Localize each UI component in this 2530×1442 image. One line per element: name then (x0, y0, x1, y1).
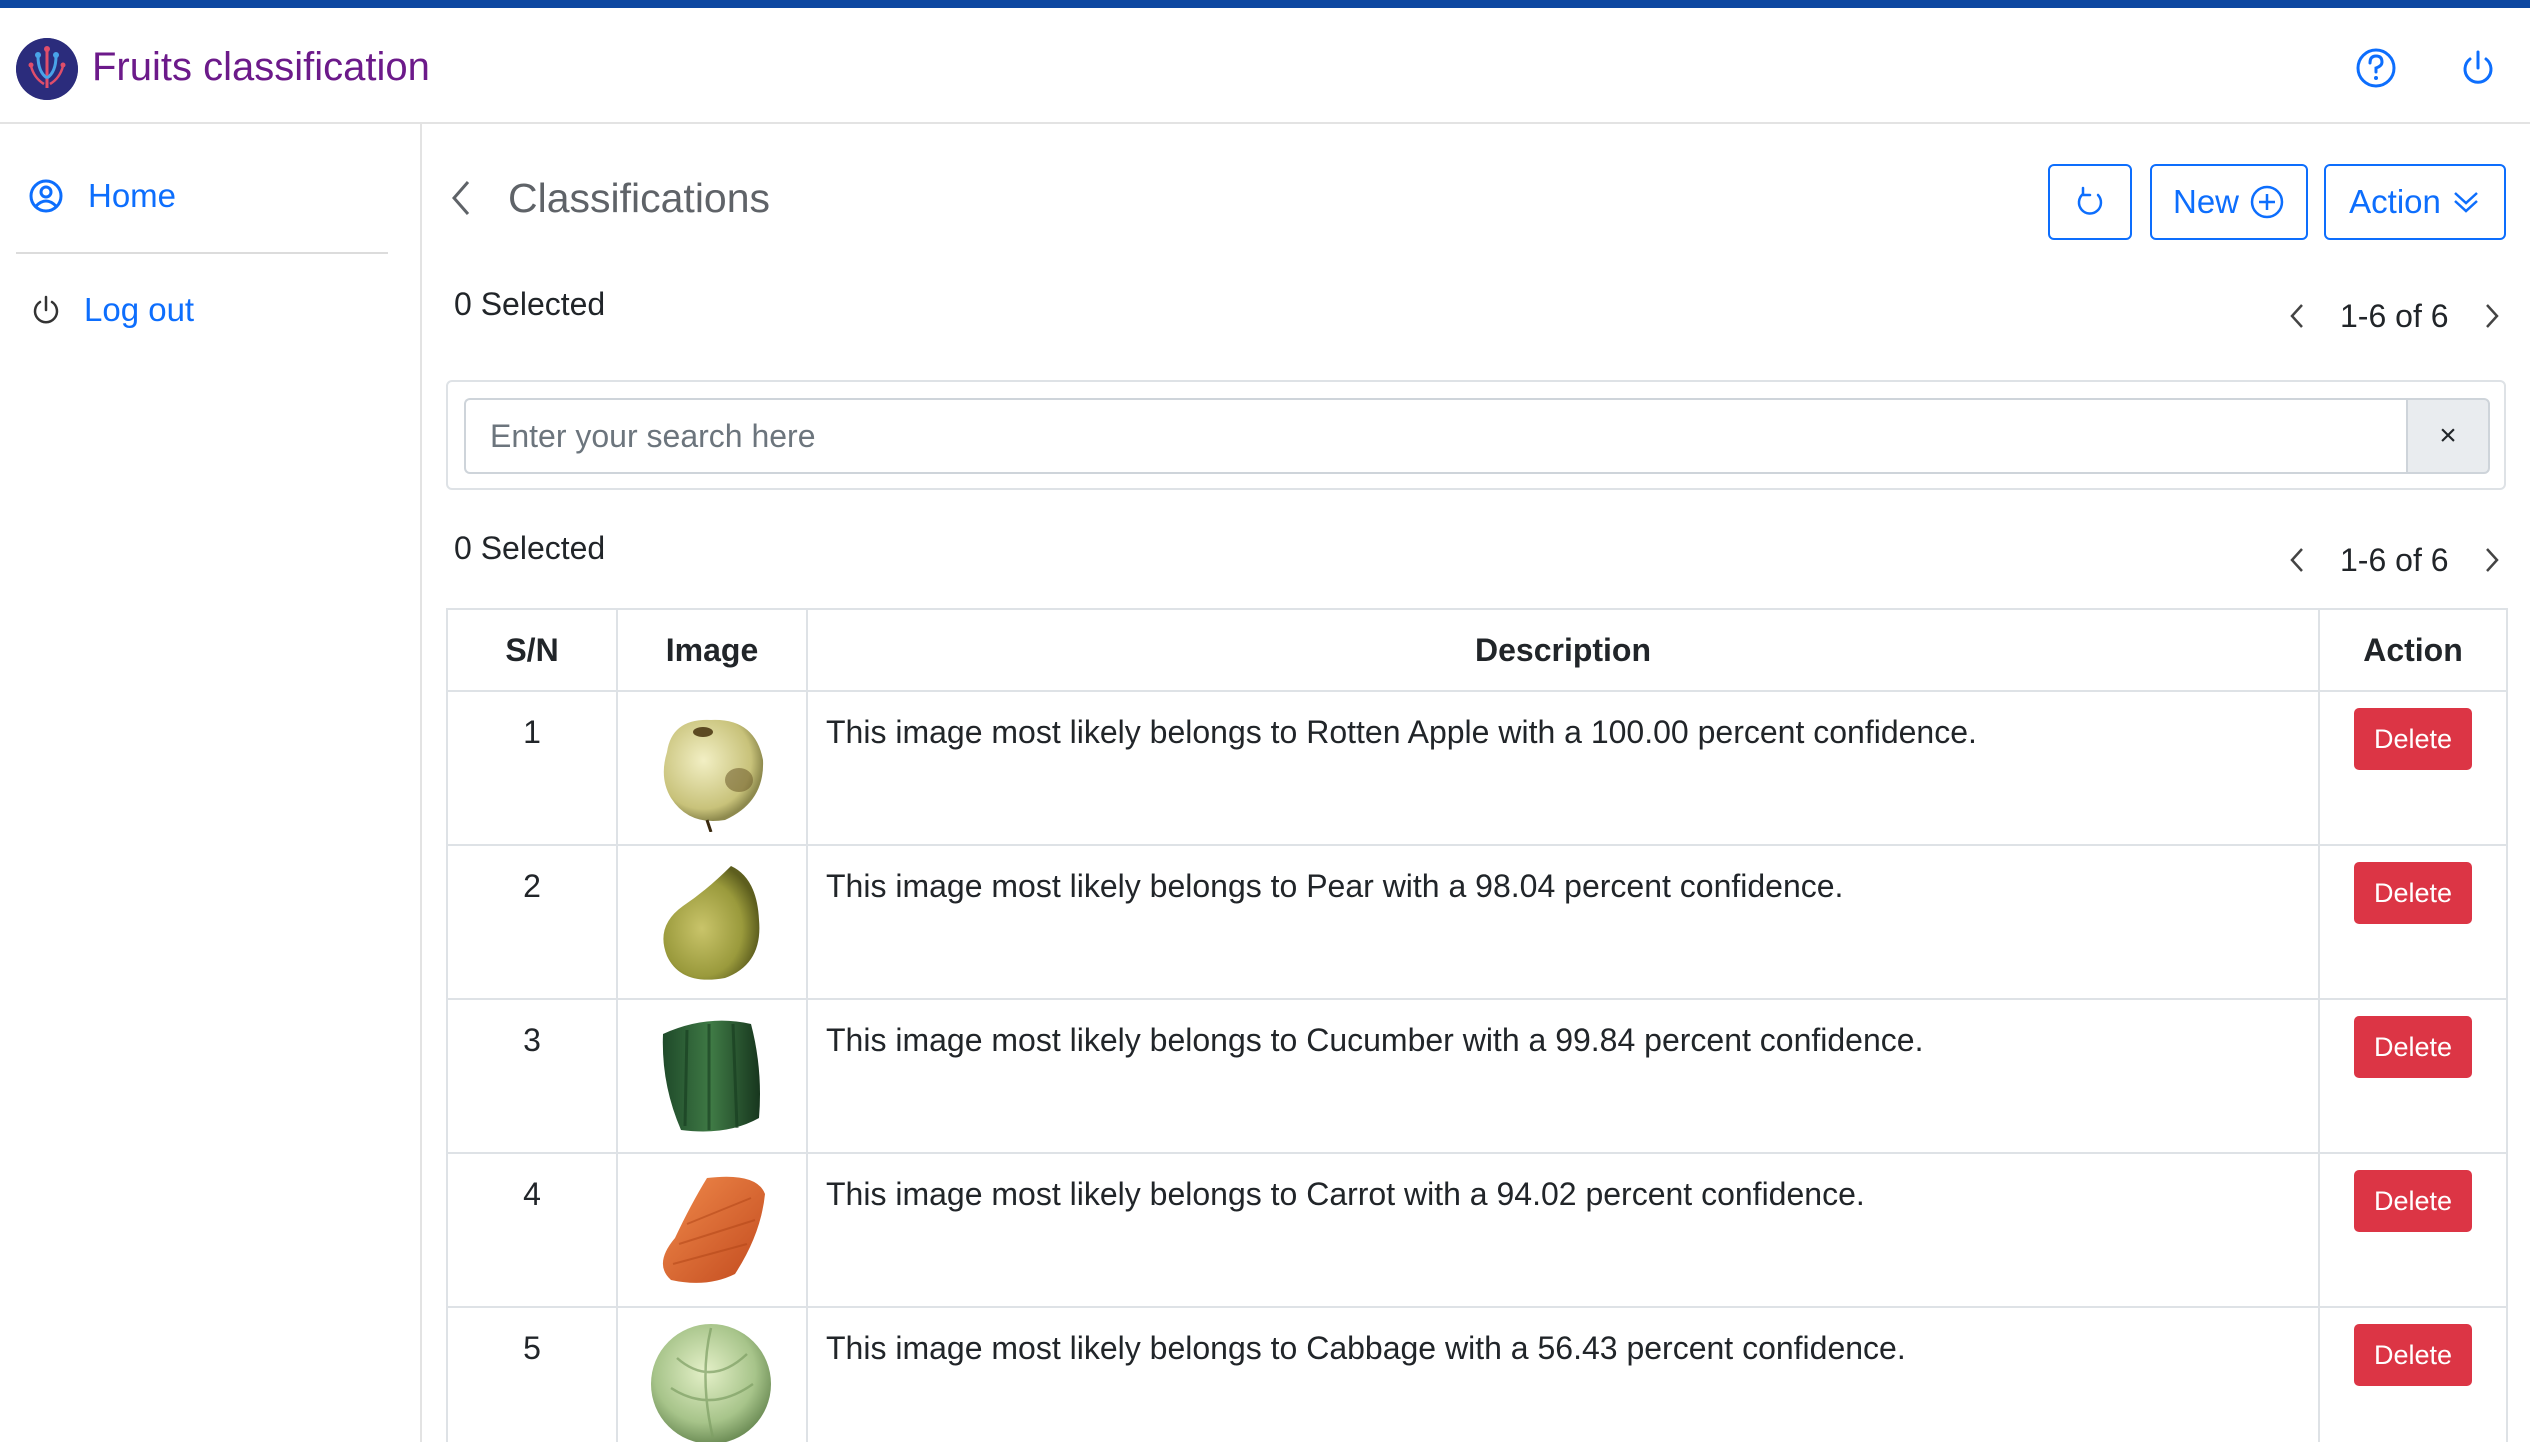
sidebar-divider (16, 252, 388, 254)
table-row: 1 This image most likely belongs to Rott… (446, 690, 2508, 846)
refresh-button[interactable] (2048, 164, 2132, 240)
plus-circle-icon (2250, 185, 2284, 219)
refresh-icon (2077, 186, 2103, 215)
search-clear-button[interactable]: × (2406, 398, 2490, 474)
row-image-cell (616, 690, 808, 846)
row-action-cell: Delete (2318, 1152, 2508, 1308)
row-description: This image most likely belongs to Cabbag… (806, 1306, 2320, 1442)
column-header-image: Image (616, 608, 808, 692)
chevron-left-icon (2290, 548, 2303, 572)
table-header-row: S/N Image Description Action (446, 608, 2508, 692)
app-header: Fruits classification (0, 8, 2530, 124)
chevron-left-icon (2290, 304, 2303, 328)
double-chevron-down-icon (2454, 192, 2478, 213)
row-sn: 5 (446, 1306, 618, 1442)
page-range-text: 1-6 of 6 (2340, 541, 2449, 578)
new-button-label: New (2172, 183, 2240, 220)
cucumber-image[interactable] (647, 1010, 777, 1140)
sidebar-item-logout[interactable]: Log out (32, 280, 194, 340)
row-action-cell: Delete (2318, 690, 2508, 846)
page-title: Classifications (508, 174, 771, 221)
power-icon (33, 295, 59, 324)
question-circle-icon[interactable] (2350, 42, 2402, 94)
carrot-image[interactable] (647, 1164, 777, 1294)
app-title: Fruits classification (92, 45, 430, 89)
column-header-action: Action (2318, 608, 2508, 692)
column-header-sn: S/N (446, 608, 618, 692)
sidebar-item-label: Log out (84, 291, 195, 328)
delete-button[interactable]: Delete (2354, 1170, 2472, 1232)
action-button-label: Action (2349, 183, 2441, 220)
table-row: 3 This image most likely belongs to Cucu… (446, 998, 2508, 1154)
page-range-text: 1-6 of 6 (2340, 297, 2449, 334)
row-description: This image most likely belongs to Carrot… (806, 1152, 2320, 1308)
cabbage-image[interactable] (647, 1318, 777, 1442)
prev-page-button[interactable] (2274, 286, 2320, 346)
sidebar: Home Log out (0, 124, 422, 1442)
sidebar-item-label: Home (88, 177, 177, 214)
row-image-cell (616, 1306, 808, 1442)
search-input[interactable] (464, 398, 2406, 474)
user-circle-icon (29, 179, 63, 213)
row-image-cell (616, 998, 808, 1154)
rotten-apple-image[interactable] (647, 702, 777, 832)
row-description: This image most likely belongs to Cucumb… (806, 998, 2320, 1154)
row-sn: 2 (446, 844, 618, 1000)
table-row: 5 This image most likely belongs to Cabb… (446, 1306, 2508, 1442)
delete-button[interactable]: Delete (2354, 708, 2472, 770)
main-content: Classifications New Action 0 Selected 1-… (424, 124, 2530, 1442)
column-header-description: Description (806, 608, 2320, 692)
action-dropdown-button[interactable]: Action (2324, 164, 2506, 240)
delete-button[interactable]: Delete (2354, 862, 2472, 924)
delete-button[interactable]: Delete (2354, 1324, 2472, 1386)
row-action-cell: Delete (2318, 1306, 2508, 1442)
chevron-right-icon (2485, 548, 2499, 572)
page-header: Classifications (450, 162, 770, 234)
search-panel: × (446, 380, 2506, 490)
pagination-top: 1-6 of 6 (2274, 286, 2515, 346)
row-sn: 3 (446, 998, 618, 1154)
sidebar-item-home[interactable]: Home (28, 166, 176, 226)
power-icon[interactable] (2452, 42, 2504, 94)
table-row: 2 This image most likely belongs to Pear… (446, 844, 2508, 1000)
row-action-cell: Delete (2318, 998, 2508, 1154)
next-page-button[interactable] (2469, 286, 2515, 346)
back-button[interactable] (450, 168, 490, 228)
row-description: This image most likely belongs to Rotten… (806, 690, 2320, 846)
chevron-right-icon (2485, 304, 2499, 328)
row-description: This image most likely belongs to Pear w… (806, 844, 2320, 1000)
row-sn: 1 (446, 690, 618, 846)
selected-count: 0 Selected (454, 286, 606, 322)
new-button[interactable]: New (2150, 164, 2308, 240)
prev-page-button[interactable] (2274, 530, 2320, 590)
selected-count: 0 Selected (454, 530, 606, 566)
next-page-button[interactable] (2469, 530, 2515, 590)
classifications-table: S/N Image Description Action 1 This imag… (446, 608, 2508, 1442)
delete-button[interactable]: Delete (2354, 1016, 2472, 1078)
row-image-cell (616, 1152, 808, 1308)
row-image-cell (616, 844, 808, 1000)
row-sn: 4 (446, 1152, 618, 1308)
table-row: 4 This image most likely belongs to Carr… (446, 1152, 2508, 1308)
pagination-bottom: 1-6 of 6 (2274, 530, 2515, 590)
top-accent-bar (0, 0, 2530, 8)
pear-image[interactable] (647, 856, 777, 986)
chevron-left-icon (452, 181, 470, 215)
row-action-cell: Delete (2318, 844, 2508, 1000)
app-logo-icon (16, 38, 78, 100)
